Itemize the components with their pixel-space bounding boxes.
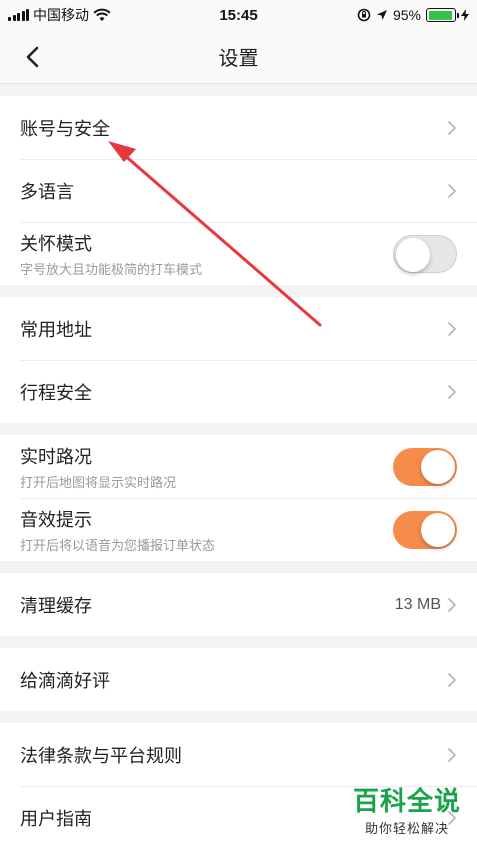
settings-row[interactable]: 法律条款与平台规则 xyxy=(0,723,477,786)
nav-bar: 设置 xyxy=(0,30,477,84)
row-text: 关怀模式字号放大且功能极简的打车模式 xyxy=(20,230,393,278)
battery-percent: 95% xyxy=(392,7,421,23)
row-text: 账号与安全 xyxy=(20,115,447,141)
settings-row[interactable]: 账号与安全 xyxy=(0,96,477,159)
row-title: 关怀模式 xyxy=(20,233,92,254)
row-title: 清理缓存 xyxy=(20,595,92,616)
row-text: 音效提示打开后将以语音为您播报订单状态 xyxy=(20,506,393,554)
settings-row[interactable]: 多语言 xyxy=(0,159,477,222)
toggle-knob xyxy=(396,237,430,272)
row-subtitle: 字号放大且功能极简的打车模式 xyxy=(20,261,203,277)
chevron-right-icon xyxy=(448,597,456,612)
row-text: 多语言 xyxy=(20,178,447,204)
chevron-right-icon xyxy=(448,747,456,762)
status-left: 中国移动 xyxy=(8,5,111,25)
chevron-right-icon xyxy=(448,120,456,135)
settings-group: 清理缓存 13 MB xyxy=(0,573,477,636)
settings-group: 给滴滴好评 xyxy=(0,648,477,711)
page-title: 设置 xyxy=(218,48,259,70)
toggle-switch[interactable] xyxy=(393,510,457,549)
toggle-switch[interactable] xyxy=(393,234,457,273)
settings-row[interactable]: 行程安全 xyxy=(0,360,477,423)
watermark: 百科全说 助你轻松解决 xyxy=(353,781,461,837)
row-value: 13 MB xyxy=(394,595,441,613)
chevron-right-icon xyxy=(448,672,456,687)
settings-group: 账号与安全多语言关怀模式字号放大且功能极简的打车模式 xyxy=(0,96,477,285)
row-text: 实时路况打开后地图将显示实时路况 xyxy=(20,443,393,491)
back-button[interactable] xyxy=(18,43,46,71)
settings-group: 常用地址 行程安全 xyxy=(0,297,477,423)
row-title: 多语言 xyxy=(20,181,74,202)
chevron-right-icon xyxy=(448,183,456,198)
settings-row[interactable]: 实时路况打开后地图将显示实时路况 xyxy=(0,435,477,498)
row-title: 音效提示 xyxy=(20,509,92,530)
settings-group: 实时路况打开后地图将显示实时路况音效提示打开后将以语音为您播报订单状态 xyxy=(0,435,477,561)
row-text: 法律条款与平台规则 xyxy=(20,742,447,768)
status-bar: 中国移动 15:45 95% xyxy=(0,0,477,30)
battery-fill xyxy=(428,10,453,20)
row-title: 行程安全 xyxy=(20,382,92,403)
carrier-label: 中国移动 xyxy=(33,7,89,23)
row-title: 给滴滴好评 xyxy=(20,670,110,691)
watermark-title: 百科全说 xyxy=(352,786,461,816)
wifi-icon xyxy=(93,8,111,21)
row-subtitle: 打开后将以语音为您播报订单状态 xyxy=(20,537,216,553)
chevron-right-icon xyxy=(448,384,456,399)
battery-icon xyxy=(426,8,459,22)
toggle-switch[interactable] xyxy=(393,447,457,486)
row-text: 清理缓存 xyxy=(20,592,395,618)
row-subtitle: 打开后地图将显示实时路况 xyxy=(20,474,177,490)
row-title: 账号与安全 xyxy=(20,118,110,139)
chevron-right-icon xyxy=(448,321,456,336)
toggle-knob xyxy=(421,512,455,547)
row-text: 常用地址 xyxy=(20,316,447,342)
location-icon xyxy=(376,10,387,20)
settings-row[interactable]: 常用地址 xyxy=(0,297,477,360)
status-right: 95% xyxy=(357,7,469,23)
settings-row[interactable]: 清理缓存 13 MB xyxy=(0,573,477,636)
settings-row[interactable]: 关怀模式字号放大且功能极简的打车模式 xyxy=(0,222,477,285)
toggle-knob xyxy=(421,449,455,484)
charging-icon xyxy=(461,9,469,21)
settings-row[interactable]: 给滴滴好评 xyxy=(0,648,477,711)
settings-row[interactable]: 音效提示打开后将以语音为您播报订单状态 xyxy=(0,498,477,561)
row-text: 行程安全 xyxy=(20,379,447,405)
row-title: 常用地址 xyxy=(20,319,92,340)
row-title: 法律条款与平台规则 xyxy=(20,745,182,766)
rotation-lock-icon xyxy=(357,8,371,22)
row-title: 实时路况 xyxy=(20,446,92,467)
signal-icon xyxy=(8,9,29,21)
chevron-left-icon xyxy=(26,46,39,68)
watermark-subtitle: 助你轻松解决 xyxy=(364,821,449,836)
row-text: 给滴滴好评 xyxy=(20,667,447,693)
settings-list: 账号与安全多语言关怀模式字号放大且功能极简的打车模式常用地址行程安全实时路况打开… xyxy=(0,96,477,845)
